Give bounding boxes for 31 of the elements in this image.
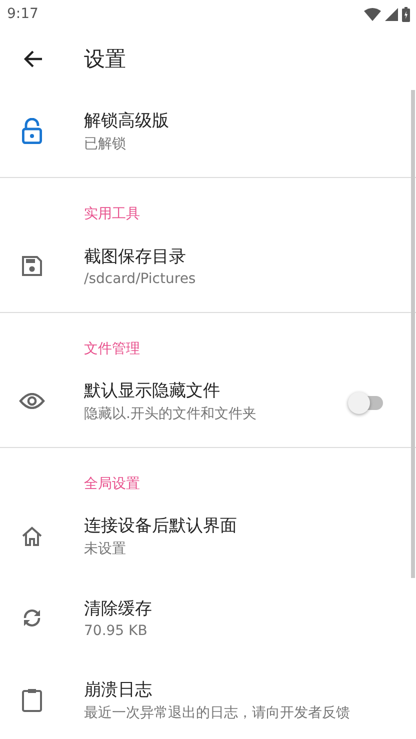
item-title: 崩溃日志	[84, 679, 153, 701]
item-summary: 隐藏以.开头的文件和文件夹	[84, 405, 256, 423]
item-summary: 已解锁	[84, 135, 127, 153]
item-title: 连接设备后默认界面	[84, 515, 237, 537]
wifi-icon	[364, 8, 381, 20]
screen-title: 设置	[84, 46, 126, 73]
category-header: 实用工具	[84, 206, 140, 222]
back-arrow-icon[interactable]	[23, 49, 43, 69]
settings-item[interactable]: 截图保存目录 /sdcard/Pictures	[0, 225, 416, 307]
eye-icon	[19, 393, 45, 409]
settings-item[interactable]: 连接设备后默认界面 未设置	[0, 495, 416, 577]
item-title: 截图保存目录	[84, 246, 187, 268]
settings-item[interactable]: 解锁高级版 已解锁	[0, 90, 416, 172]
clipboard-icon	[22, 688, 42, 712]
status-time: 9:17	[7, 6, 38, 22]
signal-icon	[385, 8, 398, 20]
battery-icon	[402, 6, 410, 22]
category-header: 全局设置	[84, 476, 140, 492]
item-summary: /sdcard/Pictures	[84, 271, 196, 287]
settings-item[interactable]: 崩溃日志 最近一次异常退出的日志，请向开发者反馈	[0, 659, 416, 739]
settings-item[interactable]: 清除缓存 70.95 KB	[0, 577, 416, 659]
item-summary: 70.95 KB	[84, 623, 148, 639]
category-header: 文件管理	[84, 341, 140, 357]
item-summary: 未设置	[84, 540, 127, 558]
unlocked-padlock-icon	[22, 118, 42, 144]
house-icon	[21, 526, 43, 546]
item-title: 解锁高级版	[84, 110, 169, 132]
item-summary: 最近一次异常退出的日志，请向开发者反馈	[84, 704, 350, 722]
item-title: 清除缓存	[84, 598, 152, 620]
switch-row[interactable]: 默认显示隐藏文件 隐藏以.开头的文件和文件夹	[0, 360, 416, 442]
item-title: 默认显示隐藏文件	[84, 380, 221, 402]
